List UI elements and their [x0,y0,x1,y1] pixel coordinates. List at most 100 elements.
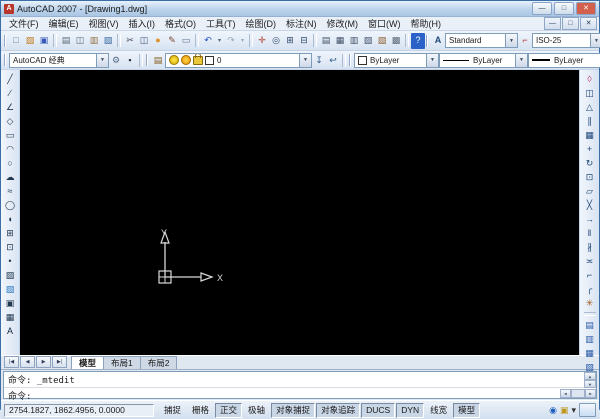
region[interactable]: ▣ [2,296,18,310]
sheet-set-manager[interactable]: ▨ [361,33,375,49]
toolbar-grip[interactable] [4,35,6,47]
join[interactable]: ≍ [582,254,598,268]
copy-clip[interactable]: ◫ [137,33,151,49]
chevron-down-icon[interactable]: ▼ [505,34,517,47]
command-text-area[interactable]: 命令: _mtedit 命令: ▲▼ ◀▶ [3,371,597,399]
stretch[interactable]: ▱ [582,184,598,198]
circle[interactable]: ○ [2,156,18,170]
multiline-text[interactable]: A [2,324,18,338]
status-menu-arrow-icon[interactable]: ▾ [571,406,576,415]
menu-draw[interactable]: 绘图(D) [241,17,282,30]
gradient[interactable]: ▧ [2,282,18,296]
rectangle[interactable]: ▭ [2,128,18,142]
tool-palettes[interactable]: ▥ [347,33,361,49]
plot[interactable]: ▤ [59,33,73,49]
array[interactable]: ▦ [582,128,598,142]
next-tab[interactable]: ▶ [36,356,51,368]
toolbar-grip[interactable] [146,54,148,66]
cut[interactable]: ✂ [123,33,137,49]
toggle-lineweight[interactable]: 线宽 [425,403,452,418]
toggle-ortho[interactable]: 正交 [215,403,242,418]
extend[interactable]: → [582,212,598,226]
properties-palette[interactable]: ▤ [319,33,333,49]
chevron-down-icon[interactable]: ▼ [590,34,600,47]
make-object-layer-current[interactable]: ↧ [312,52,326,68]
lineweight-select[interactable]: ByLayer ▼ [528,53,600,68]
text-style-select[interactable]: Standard ▼ [445,33,518,48]
zoom-previous[interactable]: ⊟ [297,33,311,49]
chevron-down-icon[interactable]: ▼ [299,54,311,67]
zoom-realtime[interactable]: ◎ [269,33,283,49]
first-tab[interactable]: |◀ [4,356,19,368]
menu-view[interactable]: 视图(V) [84,17,124,30]
plot-preview[interactable]: ◫ [73,33,87,49]
fillet[interactable]: ╭ [582,282,598,296]
chevron-down-icon[interactable]: ▼ [515,54,527,67]
chamfer[interactable]: ⌐ [582,268,598,282]
arc[interactable]: ◠ [2,142,18,156]
toolbar-grip[interactable] [349,54,351,66]
ellipse[interactable]: ◯ [2,198,18,212]
redo-history[interactable]: ▾ [238,33,247,49]
layer-lock-icon[interactable] [193,56,203,65]
explode[interactable]: ✳ [582,296,598,310]
undo[interactable]: ↶ [201,33,215,49]
move[interactable]: + [582,142,598,156]
layer-properties-manager-icon[interactable]: ▤ [151,52,165,68]
scale[interactable]: ⊡ [582,170,598,184]
menu-dimension[interactable]: 标注(N) [281,17,322,30]
toggle-model-space[interactable]: 模型 [453,403,480,418]
table[interactable]: ▦ [2,310,18,324]
document-close-button[interactable]: ✕ [580,17,597,30]
previous-tab[interactable]: ◀ [20,356,35,368]
undo-history[interactable]: ▾ [215,33,224,49]
close-button[interactable]: ✕ [576,2,596,15]
hatch[interactable]: ▨ [2,268,18,282]
insert-block[interactable]: ⊞ [2,226,18,240]
save[interactable]: ▣ [37,33,51,49]
tab-layout1[interactable]: 布局1 [103,356,141,369]
scroll-down[interactable]: ▼ [584,380,596,388]
match-properties[interactable]: ✎ [165,33,179,49]
document-minimize-button[interactable]: — [544,17,561,30]
erase[interactable]: ◊ [582,72,598,86]
scroll-right[interactable]: ▶ [585,389,596,398]
maximize-button[interactable]: □ [554,2,574,15]
polygon[interactable]: ◇ [2,114,18,128]
point[interactable]: • [2,254,18,268]
layer-select[interactable]: 0 ▼ [165,53,312,68]
layer-previous[interactable]: ↩ [326,52,340,68]
save-workspace[interactable]: ▪ [123,52,137,68]
quickcalc[interactable]: ▩ [389,33,403,49]
toggle-snap[interactable]: 捕捉 [159,403,186,418]
rotate[interactable]: ↻ [582,156,598,170]
copy-object[interactable]: ◫ [582,86,598,100]
break-at-point[interactable]: ‖ [582,226,598,240]
markup-set-manager[interactable]: ▧ [375,33,389,49]
clean-screen-button[interactable] [579,403,596,417]
tab-model[interactable]: 模型 [71,356,104,369]
chevron-down-icon[interactable]: ▼ [96,54,108,67]
minimize-button[interactable]: — [532,2,552,15]
tab-layout2[interactable]: 布局2 [140,356,178,369]
dim-style-select[interactable]: ISO-25 ▼ [532,33,600,48]
publish[interactable]: ▥ [87,33,101,49]
scroll-thumb[interactable] [571,389,585,398]
scroll-up[interactable]: ▲ [584,372,596,380]
toolbar-grip[interactable] [426,35,428,47]
pan-realtime[interactable]: ✛ [255,33,269,49]
polyline[interactable]: ∠ [2,100,18,114]
scroll-left[interactable]: ◀ [560,389,571,398]
send-to-back[interactable]: ▥ [582,332,598,346]
menu-tools[interactable]: 工具(T) [201,17,241,30]
menu-window[interactable]: 窗口(W) [363,17,406,30]
menu-edit[interactable]: 编辑(E) [44,17,84,30]
command-prompt-line[interactable]: 命令: [4,387,596,403]
spline[interactable]: ≈ [2,184,18,198]
construction-line[interactable]: ∕ [2,86,18,100]
layer-freeze-icon[interactable] [181,55,191,65]
toggle-otrack[interactable]: 对象追踪 [316,403,360,418]
linetype-select[interactable]: ByLayer ▼ [439,53,528,68]
qnew[interactable]: □ [9,33,23,49]
designcenter[interactable]: ▦ [333,33,347,49]
